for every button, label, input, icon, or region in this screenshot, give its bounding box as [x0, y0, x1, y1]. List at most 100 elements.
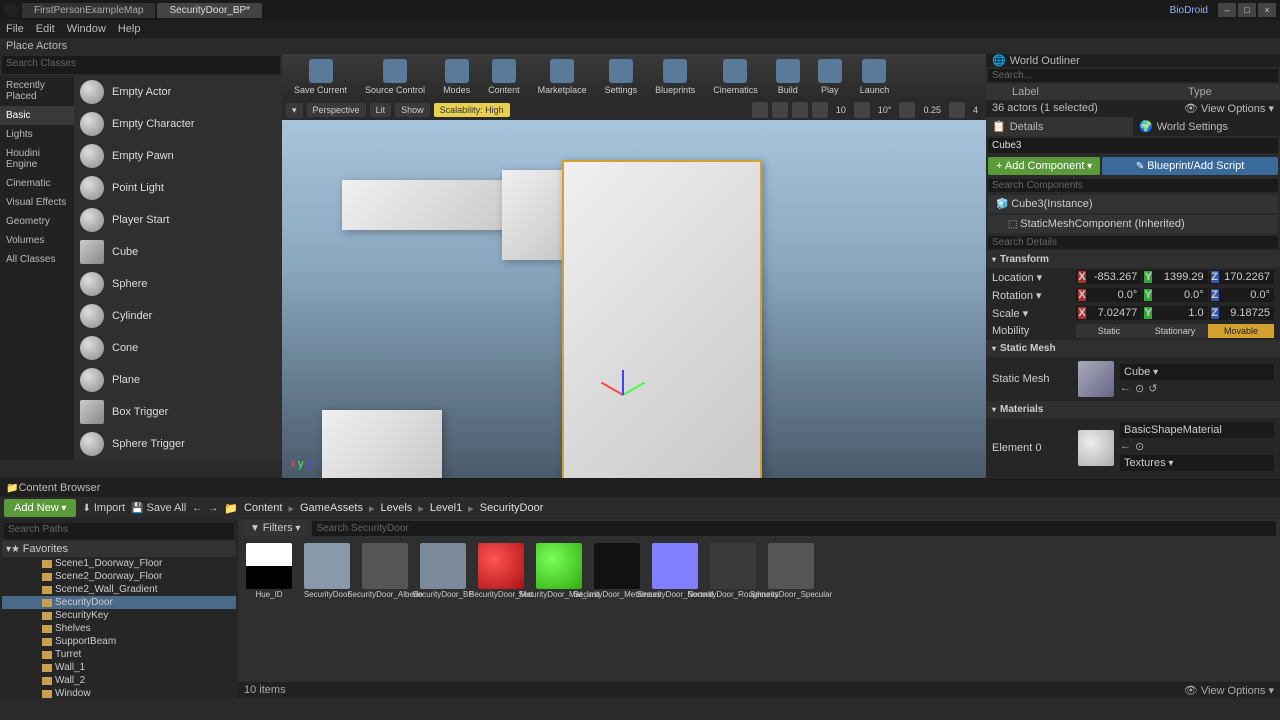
textures-dropdown[interactable]: Textures ▾	[1120, 455, 1274, 471]
grid-snap-value[interactable]: 10	[832, 105, 850, 115]
section-transform[interactable]: Transform	[986, 251, 1280, 268]
mobility-stationary[interactable]: Stationary	[1142, 324, 1208, 338]
actor-item[interactable]: Sphere Trigger	[74, 428, 282, 460]
angle-snap-value[interactable]: 10°	[874, 105, 896, 115]
scale-x[interactable]: 7.02477	[1086, 307, 1139, 319]
close-icon[interactable]: ×	[1258, 3, 1276, 17]
browse-icon[interactable]: ←	[1120, 440, 1131, 453]
scale-snap-icon[interactable]	[899, 102, 915, 118]
category-tab[interactable]: Basic	[0, 106, 74, 125]
view-options-button[interactable]: 👁 View Options ▾	[1184, 684, 1274, 697]
snap-surface-icon[interactable]	[792, 102, 808, 118]
menu-help[interactable]: Help	[118, 23, 141, 35]
search-assets-input[interactable]: Search SecurityDoor	[312, 521, 1276, 536]
add-new-button[interactable]: Add New ▾	[4, 499, 76, 517]
import-button[interactable]: ⬇ Import	[82, 502, 125, 514]
tree-item[interactable]: Scene2_Doorway_Floor	[2, 570, 236, 583]
asset-item[interactable]: Hue_ID	[244, 543, 294, 600]
show-button[interactable]: Show	[395, 103, 430, 117]
breadcrumb-item[interactable]: Level1	[430, 502, 462, 514]
toolbar-settings[interactable]: Settings	[597, 57, 646, 97]
actor-item[interactable]: Cone	[74, 332, 282, 364]
toolbar-content[interactable]: Content	[480, 57, 528, 97]
asset-item[interactable]: SecurityDoor	[302, 543, 352, 600]
camera-speed-icon[interactable]	[949, 102, 965, 118]
asset-item[interactable]: SecurityDoor_Albedo	[360, 543, 410, 600]
actor-item[interactable]: Point Light	[74, 172, 282, 204]
actor-item[interactable]: Empty Actor	[74, 76, 282, 108]
coord-space-icon[interactable]	[772, 102, 788, 118]
breadcrumb-item[interactable]: Content	[244, 502, 283, 514]
grid-snap-icon[interactable]	[812, 102, 828, 118]
mobility-static[interactable]: Static	[1076, 324, 1142, 338]
scale-z[interactable]: 9.18725	[1219, 307, 1272, 319]
actor-item[interactable]: Sphere	[74, 268, 282, 300]
rotation-z[interactable]: 0.0°	[1219, 289, 1272, 301]
section-materials[interactable]: Materials	[986, 401, 1280, 418]
toolbar-marketplace[interactable]: Marketplace	[530, 57, 595, 97]
toolbar-modes[interactable]: Modes	[435, 57, 478, 97]
use-icon[interactable]: ⊙	[1135, 382, 1144, 395]
toolbar-blueprints[interactable]: Blueprints	[647, 57, 703, 97]
tab-details[interactable]: 📋Details	[986, 117, 1133, 136]
toolbar-save-current[interactable]: Save Current	[286, 57, 355, 97]
document-tab[interactable]: FirstPersonExampleMap	[22, 3, 155, 18]
col-type[interactable]: Type	[1188, 86, 1276, 98]
search-classes-input[interactable]: Search Classes	[2, 56, 280, 74]
tree-item[interactable]: Turret	[2, 648, 236, 661]
tree-item[interactable]: SecurityDoor	[2, 596, 236, 609]
viewport-menu-icon[interactable]: ▾	[286, 103, 303, 118]
tree-item[interactable]: SecurityKey	[2, 609, 236, 622]
breadcrumb-item[interactable]: GameAssets	[300, 502, 363, 514]
location-z[interactable]: 170.2267	[1219, 271, 1272, 283]
category-tab[interactable]: Houdini Engine	[0, 144, 74, 174]
tree-item[interactable]: Wall_1	[2, 661, 236, 674]
filters-button[interactable]: ▼ Filters ▾	[242, 520, 308, 536]
tree-item[interactable]: Scene2_Wall_Gradient	[2, 583, 236, 596]
asset-item[interactable]: SecurityDoor_Metalness	[592, 543, 642, 600]
menu-file[interactable]: File	[6, 23, 24, 35]
breadcrumb[interactable]: 📁Content▸GameAssets▸Levels▸Level1▸Securi…	[224, 502, 543, 515]
tab-world-settings[interactable]: 🌍World Settings	[1133, 117, 1280, 136]
category-tab[interactable]: Recently Placed	[0, 76, 74, 106]
outliner-search-input[interactable]: Search...	[988, 69, 1278, 82]
asset-item[interactable]: SecurityDoor_BP	[418, 543, 468, 600]
category-tab[interactable]: All Classes	[0, 250, 74, 269]
history-back-icon[interactable]: ←	[192, 503, 202, 514]
tree-item[interactable]: Shelves	[2, 622, 236, 635]
rotation-y[interactable]: 0.0°	[1152, 289, 1205, 301]
object-name-field[interactable]: Cube3	[988, 138, 1278, 153]
actor-item[interactable]: Player Start	[74, 204, 282, 236]
scale-snap-value[interactable]: 0.25	[919, 105, 945, 115]
history-fwd-icon[interactable]: →	[208, 503, 218, 514]
use-icon[interactable]: ⊙	[1135, 440, 1144, 453]
tree-item[interactable]: SupportBeam	[2, 635, 236, 648]
section-static-mesh[interactable]: Static Mesh	[986, 340, 1280, 357]
category-tab[interactable]: Volumes	[0, 231, 74, 250]
location-x[interactable]: -853.267	[1086, 271, 1139, 283]
actor-item[interactable]: Cylinder	[74, 300, 282, 332]
toolbar-launch[interactable]: Launch	[852, 57, 898, 97]
material-dropdown[interactable]: BasicShapeMaterial	[1120, 422, 1274, 438]
category-tab[interactable]: Lights	[0, 125, 74, 144]
tree-item[interactable]: Wall_2	[2, 674, 236, 687]
browse-icon[interactable]: ←	[1120, 382, 1131, 395]
toolbar-play[interactable]: Play	[810, 57, 850, 97]
tree-item[interactable]: Scene1_Doorway_Floor	[2, 557, 236, 570]
document-tab[interactable]: SecurityDoor_BP*	[157, 3, 262, 18]
breadcrumb-item[interactable]: Levels	[381, 502, 413, 514]
category-tab[interactable]: Geometry	[0, 212, 74, 231]
mesh-thumbnail[interactable]	[1078, 361, 1114, 397]
tree-item[interactable]: Window	[2, 687, 236, 698]
search-components-input[interactable]: Search Components	[988, 179, 1278, 192]
transform-mode-icon[interactable]	[752, 102, 768, 118]
col-label[interactable]: Label	[1012, 86, 1188, 98]
actor-item[interactable]: Box Trigger	[74, 396, 282, 428]
material-thumbnail[interactable]	[1078, 430, 1114, 466]
mesh-dropdown[interactable]: Cube ▾	[1120, 364, 1274, 380]
menu-window[interactable]: Window	[67, 23, 106, 35]
category-tab[interactable]: Visual Effects	[0, 193, 74, 212]
lit-button[interactable]: Lit	[370, 103, 392, 117]
camera-speed-value[interactable]: 4	[969, 105, 982, 115]
component-root[interactable]: 🧊 Cube3(Instance)	[988, 195, 1278, 213]
